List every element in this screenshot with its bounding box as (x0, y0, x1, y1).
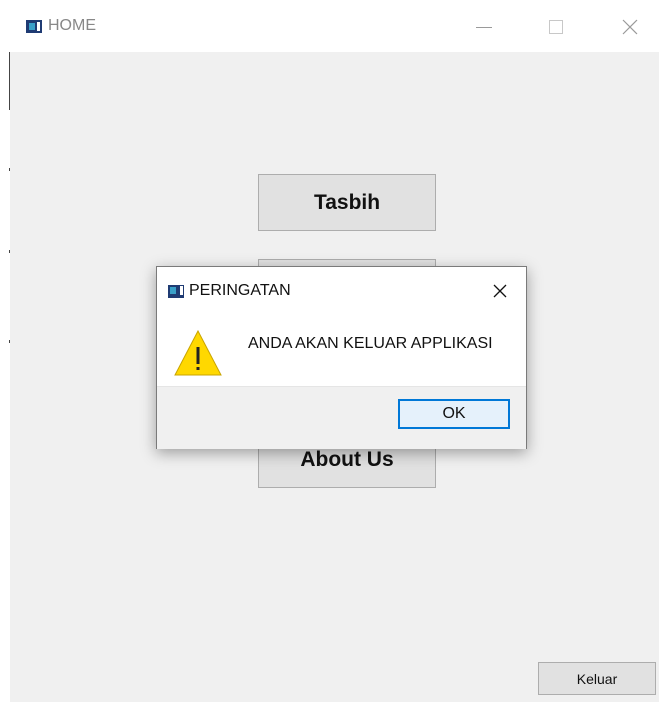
background-window-edge (0, 0, 10, 702)
dialog-close-button[interactable] (488, 279, 512, 303)
dialog-title: PERINGATAN (189, 282, 291, 299)
close-button[interactable] (612, 12, 648, 42)
app-window-icon (26, 20, 42, 33)
maximize-icon (549, 20, 563, 34)
close-icon (493, 284, 507, 298)
minimize-button[interactable] (466, 12, 502, 42)
dialog-window-icon (168, 285, 184, 298)
title-bar: HOME (10, 0, 659, 52)
keluar-button[interactable]: Keluar (538, 662, 656, 695)
maximize-button[interactable] (538, 12, 574, 42)
window-title: HOME (48, 17, 96, 34)
close-icon (622, 19, 638, 35)
minimize-icon (476, 26, 492, 28)
dialog-message: ANDA AKAN KELUAR APPLIKASI (248, 335, 493, 352)
warning-icon (174, 329, 222, 376)
dialog-footer: OK (157, 386, 526, 449)
ok-button[interactable]: OK (398, 399, 510, 429)
tasbih-button[interactable]: Tasbih (258, 174, 436, 231)
warning-dialog: PERINGATAN ANDA AKAN KELUAR APPLIKASI OK (156, 266, 527, 449)
